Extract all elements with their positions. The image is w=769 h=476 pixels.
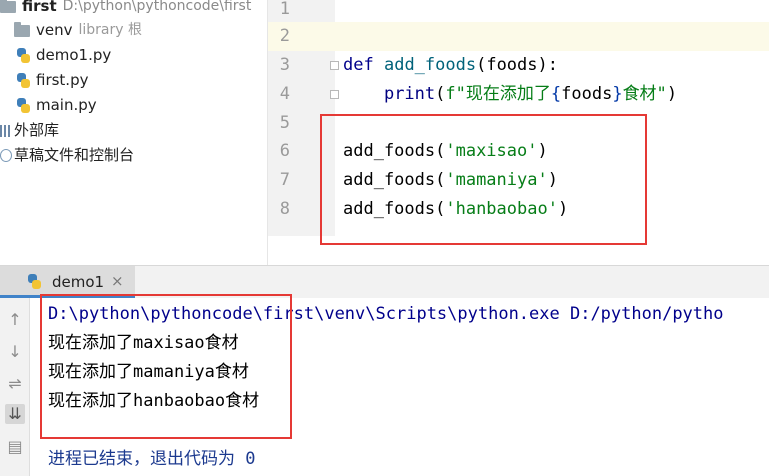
editor-highlight-box (320, 114, 647, 245)
python-file-icon (17, 98, 30, 113)
code-line-def[interactable]: def add_foods(foods): (343, 51, 558, 80)
python-file-icon (17, 73, 30, 88)
python-file-icon (28, 274, 41, 289)
def-keyword: def (343, 55, 374, 75)
file-name: demo1.py (36, 46, 112, 64)
tree-item-venv[interactable]: venv library 根 (14, 18, 142, 43)
current-line-highlight (268, 22, 769, 51)
function-name: add_foods (383, 55, 477, 75)
tree-item-root[interactable]: first D:\python\pythoncode\first (0, 0, 251, 19)
venv-hint: library 根 (78, 22, 143, 38)
project-tree: first D:\python\pythoncode\first venv libr… (0, 0, 268, 265)
tree-item-file[interactable]: main.py (17, 93, 97, 118)
console-exit-message: 进程已结束，退出代码为 0 (48, 449, 256, 469)
fstring-variable: foods (561, 84, 613, 104)
soft-wrap-icon[interactable]: ⇌ (5, 374, 25, 394)
root-name: first (22, 0, 57, 15)
fold-marker-icon[interactable] (330, 90, 339, 99)
folder-icon (0, 0, 16, 13)
close-icon[interactable]: × (111, 272, 124, 290)
external-libraries-label: 外部库 (14, 121, 60, 139)
line-number: 8 (279, 199, 290, 219)
fstring-suffix: 食材" (622, 84, 667, 104)
line-number: 2 (279, 26, 290, 46)
tree-item-file[interactable]: first.py (17, 68, 88, 93)
scroll-down-icon[interactable]: ↓ (5, 342, 25, 362)
print-builtin: print (383, 84, 436, 104)
library-icon (0, 124, 12, 137)
file-name: first.py (36, 71, 89, 89)
line-number: 3 (279, 55, 290, 75)
print-close-paren: ) (666, 84, 678, 104)
fstring-brace-close: } (612, 84, 623, 104)
fstring-prefix: f"现在添加了 (445, 84, 551, 104)
console-highlight-box (40, 294, 292, 439)
print-open-paren: ( (435, 84, 446, 104)
function-params: (foods): (476, 55, 558, 75)
print-icon[interactable]: ▤ (5, 437, 25, 457)
code-line-print[interactable]: print(f"现在添加了{foods}食材") (343, 80, 677, 109)
line-number: 5 (279, 113, 290, 133)
tree-item-external-libraries[interactable]: 外部库 (0, 118, 59, 143)
scroll-up-icon[interactable]: ↑ (5, 310, 25, 330)
tree-item-file[interactable]: demo1.py (17, 43, 111, 68)
line-number: 1 (279, 0, 290, 19)
tab-label: demo1 (52, 273, 105, 291)
run-toolbar: ↑ ↓ ⇌ ⇊ ▤ (0, 298, 30, 476)
line-number: 6 (279, 141, 290, 161)
root-path: D:\python\pythoncode\first (62, 0, 252, 14)
scratches-icon (0, 149, 12, 162)
fold-marker-icon[interactable] (330, 61, 339, 70)
line-number: 4 (279, 84, 290, 104)
file-name: main.py (36, 96, 97, 114)
venv-name: venv (36, 21, 73, 39)
scroll-to-end-icon[interactable]: ⇊ (5, 404, 25, 424)
fstring-brace-open: { (550, 84, 562, 104)
scratches-label: 草稿文件和控制台 (14, 146, 135, 164)
python-file-icon (17, 48, 30, 63)
line-number: 7 (279, 170, 290, 190)
folder-icon (14, 21, 30, 37)
tree-item-scratches[interactable]: 草稿文件和控制台 (0, 143, 134, 168)
